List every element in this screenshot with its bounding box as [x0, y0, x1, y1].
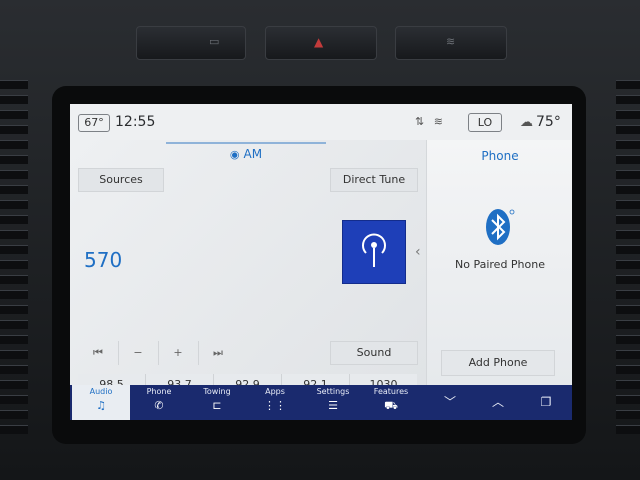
hazard-icon: ▲: [314, 35, 324, 49]
expand-up-button[interactable]: ︿: [474, 385, 522, 420]
nav-audio[interactable]: Audio ♫: [72, 385, 130, 420]
panel-collapse-chevron-icon[interactable]: ‹: [415, 244, 421, 260]
nav-features[interactable]: Features ⛟: [362, 385, 420, 420]
audio-source-tab[interactable]: ◉ AM: [166, 142, 326, 162]
defrost-icon: ▭: [209, 35, 220, 48]
status-bar: 67° 12:55 ⇅ ≋ LO ☁ 75°: [70, 104, 572, 140]
hardware-button-left[interactable]: ▭: [136, 26, 246, 60]
truck-icon: ⛟: [384, 399, 398, 412]
nav-apps[interactable]: Apps ⋮⋮: [246, 385, 304, 420]
outside-weather: ☁ 75°: [520, 114, 561, 130]
direct-tune-button[interactable]: Direct Tune: [330, 168, 418, 192]
phone-icon: ✆: [154, 399, 164, 412]
station-art: [342, 220, 406, 284]
seat-icon: ≋: [446, 35, 456, 48]
tuning-controls: ⏮ − + ⏭: [78, 341, 240, 365]
air-vent-right: [616, 80, 640, 434]
hardware-button-right[interactable]: ≋: [395, 26, 507, 60]
nav-phone-label: Phone: [146, 387, 172, 396]
nav-towing-label: Towing: [203, 387, 231, 396]
radio-wave-icon: ◉: [229, 148, 240, 161]
infotainment-screen: 67° 12:55 ⇅ ≋ LO ☁ 75° ◉ AM Sources Direct…: [70, 104, 572, 420]
phone-panel-title: Phone: [481, 149, 519, 163]
tune-up-button[interactable]: +: [158, 341, 199, 365]
connectivity-icons: ⇅ ≋: [415, 115, 443, 128]
clock: 12:55: [115, 114, 156, 130]
nav-towing[interactable]: Towing ⊏: [188, 385, 246, 420]
tune-down-button[interactable]: −: [118, 341, 159, 365]
sound-button[interactable]: Sound: [330, 341, 418, 365]
collapse-down-button[interactable]: ﹀: [426, 385, 474, 420]
data-transfer-icon: ⇅: [415, 115, 425, 128]
hazard-button[interactable]: ▲: [265, 26, 377, 60]
apps-grid-icon: ⋮⋮: [264, 399, 286, 412]
nav-features-label: Features: [373, 387, 409, 396]
fan-level-box[interactable]: LO: [468, 113, 502, 132]
no-paired-phone-text: No Paired Phone: [455, 258, 545, 271]
music-note-icon: ♫: [96, 399, 106, 412]
sources-button[interactable]: Sources: [78, 168, 164, 192]
phone-panel: Phone No Paired Phone Add Phone: [426, 140, 572, 385]
air-vent-left: [0, 80, 28, 434]
trailer-icon: ⊏: [212, 399, 222, 412]
multitask-button[interactable]: ❐: [522, 385, 570, 420]
nav-apps-label: Apps: [265, 387, 285, 396]
climate-temp-box[interactable]: 67°: [78, 114, 110, 132]
nav-phone[interactable]: Phone ✆: [130, 385, 188, 420]
settings-sliders-icon: ☰: [328, 399, 338, 412]
chevron-up-icon: ︿: [491, 395, 504, 409]
cloud-icon: ☁: [520, 115, 533, 130]
chevron-down-icon: ﹀: [443, 395, 456, 409]
seek-forward-button[interactable]: ⏭: [198, 341, 238, 365]
station-frequency: 570: [84, 248, 123, 272]
nav-settings-label: Settings: [316, 387, 350, 396]
seek-back-button[interactable]: ⏮: [78, 341, 119, 365]
add-phone-button[interactable]: Add Phone: [441, 350, 555, 376]
outside-temp: 75°: [536, 114, 561, 130]
bottom-nav-bar: Audio ♫ Phone ✆ Towing ⊏ Apps ⋮⋮ Setting…: [70, 385, 572, 420]
bluetooth-icon: [486, 209, 515, 245]
wifi-icon: ≋: [433, 115, 443, 128]
window-stack-icon: ❐: [540, 395, 552, 409]
nav-audio-label: Audio: [89, 387, 113, 396]
audio-panel: ◉ AM Sources Direct Tune 570 ‹ ⏮ − + ⏭ So…: [70, 140, 426, 402]
broadcast-tower-icon: [362, 233, 386, 267]
nav-settings[interactable]: Settings ☰: [304, 385, 362, 420]
audio-source-label: AM: [243, 147, 263, 161]
